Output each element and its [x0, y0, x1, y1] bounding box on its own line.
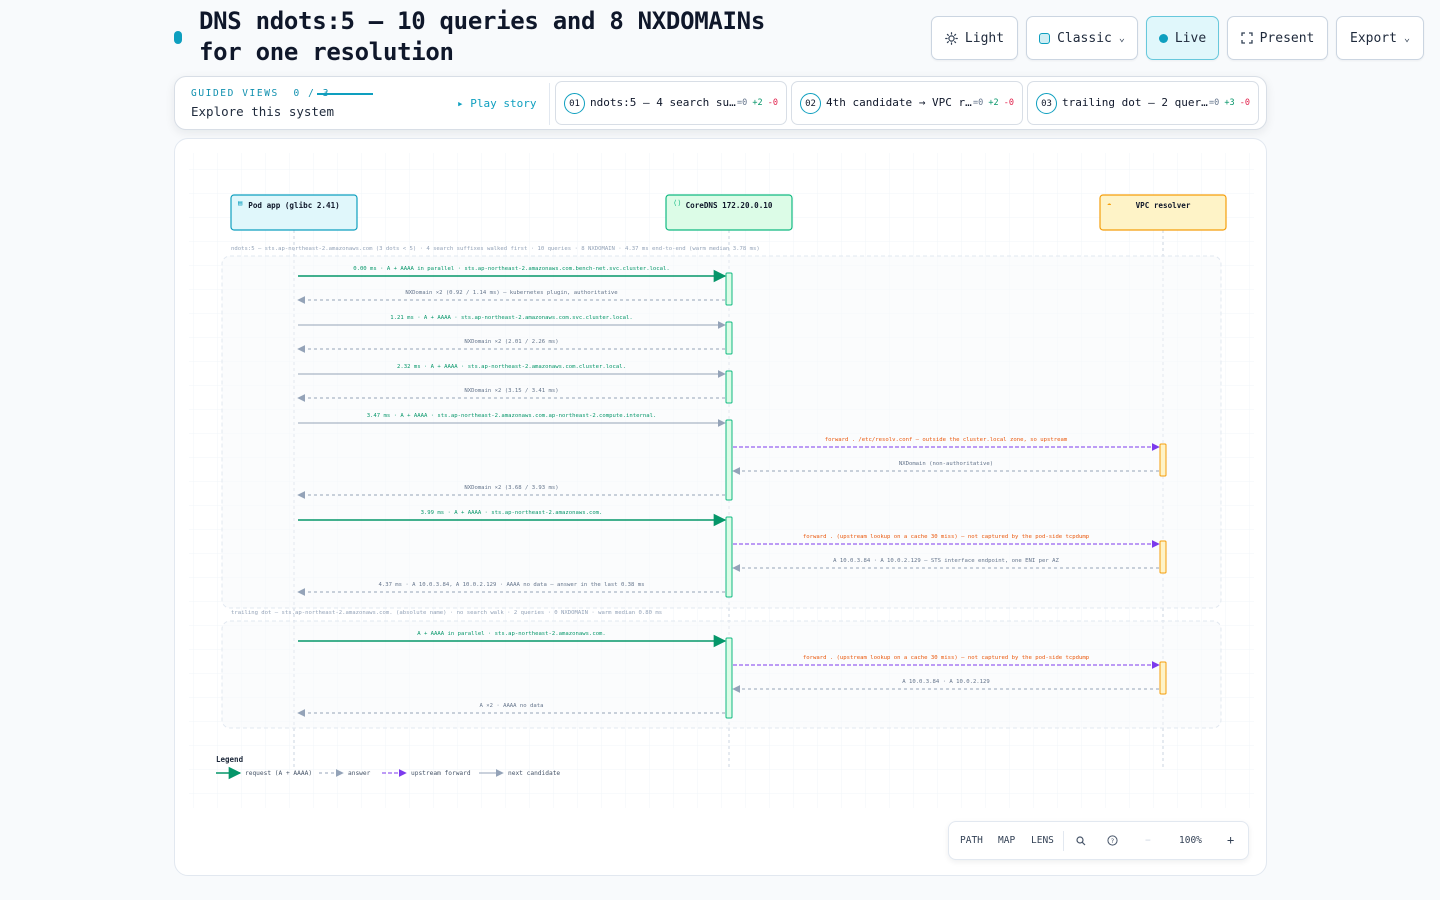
group-label: ndots:5 — sts.ap-northeast-2.amazonaws.c…: [231, 246, 760, 252]
fullscreen-icon: [1240, 32, 1253, 44]
classic-style-dropdown[interactable]: Classic ⌄: [1026, 16, 1138, 60]
play-story-button[interactable]: ▸ Play story: [457, 97, 536, 110]
light-theme-button[interactable]: Light: [931, 16, 1018, 60]
story-card-01[interactable]: 01 ndots:5 — 4 search suffixes walked fi…: [555, 81, 787, 125]
message-label: 4.37 ms · A 10.0.3.84, A 10.0.2.129 · AA…: [378, 582, 644, 588]
message-label: NXDomain (non-authoritative): [899, 461, 993, 467]
page-title: DNS ndots:5 — 10 queries and 8 NXDOMAINs…: [199, 7, 765, 66]
zoom-out-button[interactable]: −: [1145, 835, 1151, 846]
activation-bar: [725, 637, 733, 719]
explore-system-label: Explore this system: [191, 104, 334, 119]
story-stats: =0 +3 -0: [1209, 98, 1250, 108]
message-label: NXDomain ×2 (2.01 / 2.26 ms): [464, 339, 558, 345]
legend-label: request (A + AAAA): [245, 770, 312, 777]
activation-bar: [725, 370, 733, 404]
group-frame: [221, 620, 1222, 729]
live-toggle-button[interactable]: Live: [1146, 16, 1219, 60]
classic-button-label: Classic: [1057, 30, 1112, 46]
chevron-down-icon: ⌄: [1118, 32, 1125, 44]
message-label: forward . (upstream lookup on a cache 30…: [803, 534, 1090, 540]
story-stats: =0 +2 -0: [973, 98, 1014, 108]
story-card-02[interactable]: 02 4th candidate → VPC resolver =0 +2 -0: [791, 81, 1023, 125]
lens-view-button[interactable]: LENS: [1031, 835, 1054, 846]
chevron-down-icon: ⌄: [1403, 32, 1410, 44]
present-button[interactable]: Present: [1227, 16, 1328, 60]
live-dot-icon: [1158, 33, 1168, 43]
group-frame: [221, 255, 1222, 609]
style-swatch-icon: [1039, 32, 1051, 44]
story-number: 03: [1036, 93, 1057, 114]
diagram-canvas[interactable]: ndots:5 — sts.ap-northeast-2.amazonaws.c…: [174, 138, 1267, 876]
toolbar-divider: [1063, 831, 1064, 851]
path-view-button[interactable]: PATH: [960, 835, 983, 846]
story-number: 02: [800, 93, 821, 114]
sun-icon: [945, 31, 958, 45]
guided-divider: [549, 83, 550, 125]
activation-bar: [1159, 540, 1167, 574]
legend-title: Legend: [216, 755, 243, 764]
svg-text:?: ?: [1111, 837, 1114, 845]
message-label: 2.32 ms · A + AAAA · sts.ap-northeast-2.…: [397, 364, 626, 370]
participant-label: CoreDNS 172.20.0.10: [686, 201, 773, 210]
zoom-in-button[interactable]: +: [1227, 833, 1234, 847]
activation-bar: [725, 321, 733, 355]
box-icon: ▤: [238, 199, 242, 207]
present-button-label: Present: [1259, 30, 1315, 46]
live-button-label: Live: [1174, 30, 1207, 46]
activation-bar: [1159, 661, 1167, 695]
activation-bar: [725, 516, 733, 598]
activation-bar: [1159, 443, 1167, 477]
message-label: 3.47 ms · A + AAAA · sts.ap-northeast-2.…: [367, 413, 657, 419]
message-label: 0.00 ms · A + AAAA in parallel · sts.ap-…: [353, 266, 670, 272]
story-number: 01: [564, 93, 585, 114]
help-icon[interactable]: ?: [1107, 835, 1118, 846]
braces-icon: ⟨⟩: [673, 199, 681, 207]
message-label: 3.99 ms · A + AAAA · sts.ap-northeast-2.…: [421, 510, 603, 516]
message-label: NXDomain ×2 (3.68 / 3.93 ms): [464, 485, 558, 491]
message-label: A ×2 · AAAA no data: [480, 703, 544, 709]
legend-label: next candidate: [508, 770, 560, 777]
search-icon[interactable]: [1076, 836, 1086, 846]
participant-label: VPC resolver: [1136, 201, 1191, 210]
message-label: A 10.0.3.84 · A 10.0.2.129: [902, 679, 990, 685]
message-label: NXDomain ×2 (0.92 / 1.14 ms) — kubernete…: [405, 290, 618, 296]
group-label: trailing dot — sts.ap-northeast-2.amazon…: [231, 610, 662, 616]
message-label: A + AAAA in parallel · sts.ap-northeast-…: [417, 631, 606, 637]
guided-views-label: GUIDED VIEWS 0 / 3: [191, 88, 331, 99]
guided-progress-bar: [317, 93, 373, 95]
export-button-label: Export: [1350, 30, 1397, 46]
message-label: forward . /etc/resolv.conf — outside the…: [825, 437, 1068, 443]
activation-bar: [725, 272, 733, 306]
message-label: A 10.0.3.84 · A 10.0.2.129 — STS interfa…: [833, 558, 1059, 564]
sequence-diagram: ndots:5 — sts.ap-northeast-2.amazonaws.c…: [189, 153, 1254, 808]
map-view-button[interactable]: MAP: [998, 835, 1015, 846]
title-status-dot: [174, 31, 182, 44]
story-card-03[interactable]: 03 trailing dot — 2 queries, 0 NXDOMAIN …: [1027, 81, 1259, 125]
story-title: ndots:5 — 4 search suffixes walked first: [590, 96, 738, 109]
activation-bar: [725, 419, 733, 501]
view-toolbar: PATH MAP LENS ? − 100% +: [948, 821, 1249, 860]
message-label: NXDomain ×2 (3.15 / 3.41 ms): [464, 388, 558, 394]
light-button-label: Light: [964, 30, 1005, 46]
legend-label: upstream forward: [411, 770, 471, 777]
story-title: trailing dot — 2 queries, 0 NXDOMAIN: [1062, 96, 1210, 109]
participant-label: Pod app (glibc 2.41): [248, 201, 339, 210]
message-label: forward . (upstream lookup on a cache 30…: [803, 655, 1090, 661]
story-stats: =0 +2 -0: [737, 98, 778, 108]
guided-views-panel: GUIDED VIEWS 0 / 3 Explore this system ▸…: [174, 76, 1267, 130]
export-dropdown[interactable]: Export ⌄: [1336, 16, 1424, 60]
zoom-level: 100%: [1179, 835, 1202, 846]
legend-label: answer: [348, 770, 371, 777]
story-title: 4th candidate → VPC resolver: [826, 96, 974, 109]
message-label: 1.21 ms · A + AAAA · sts.ap-northeast-2.…: [390, 315, 632, 321]
